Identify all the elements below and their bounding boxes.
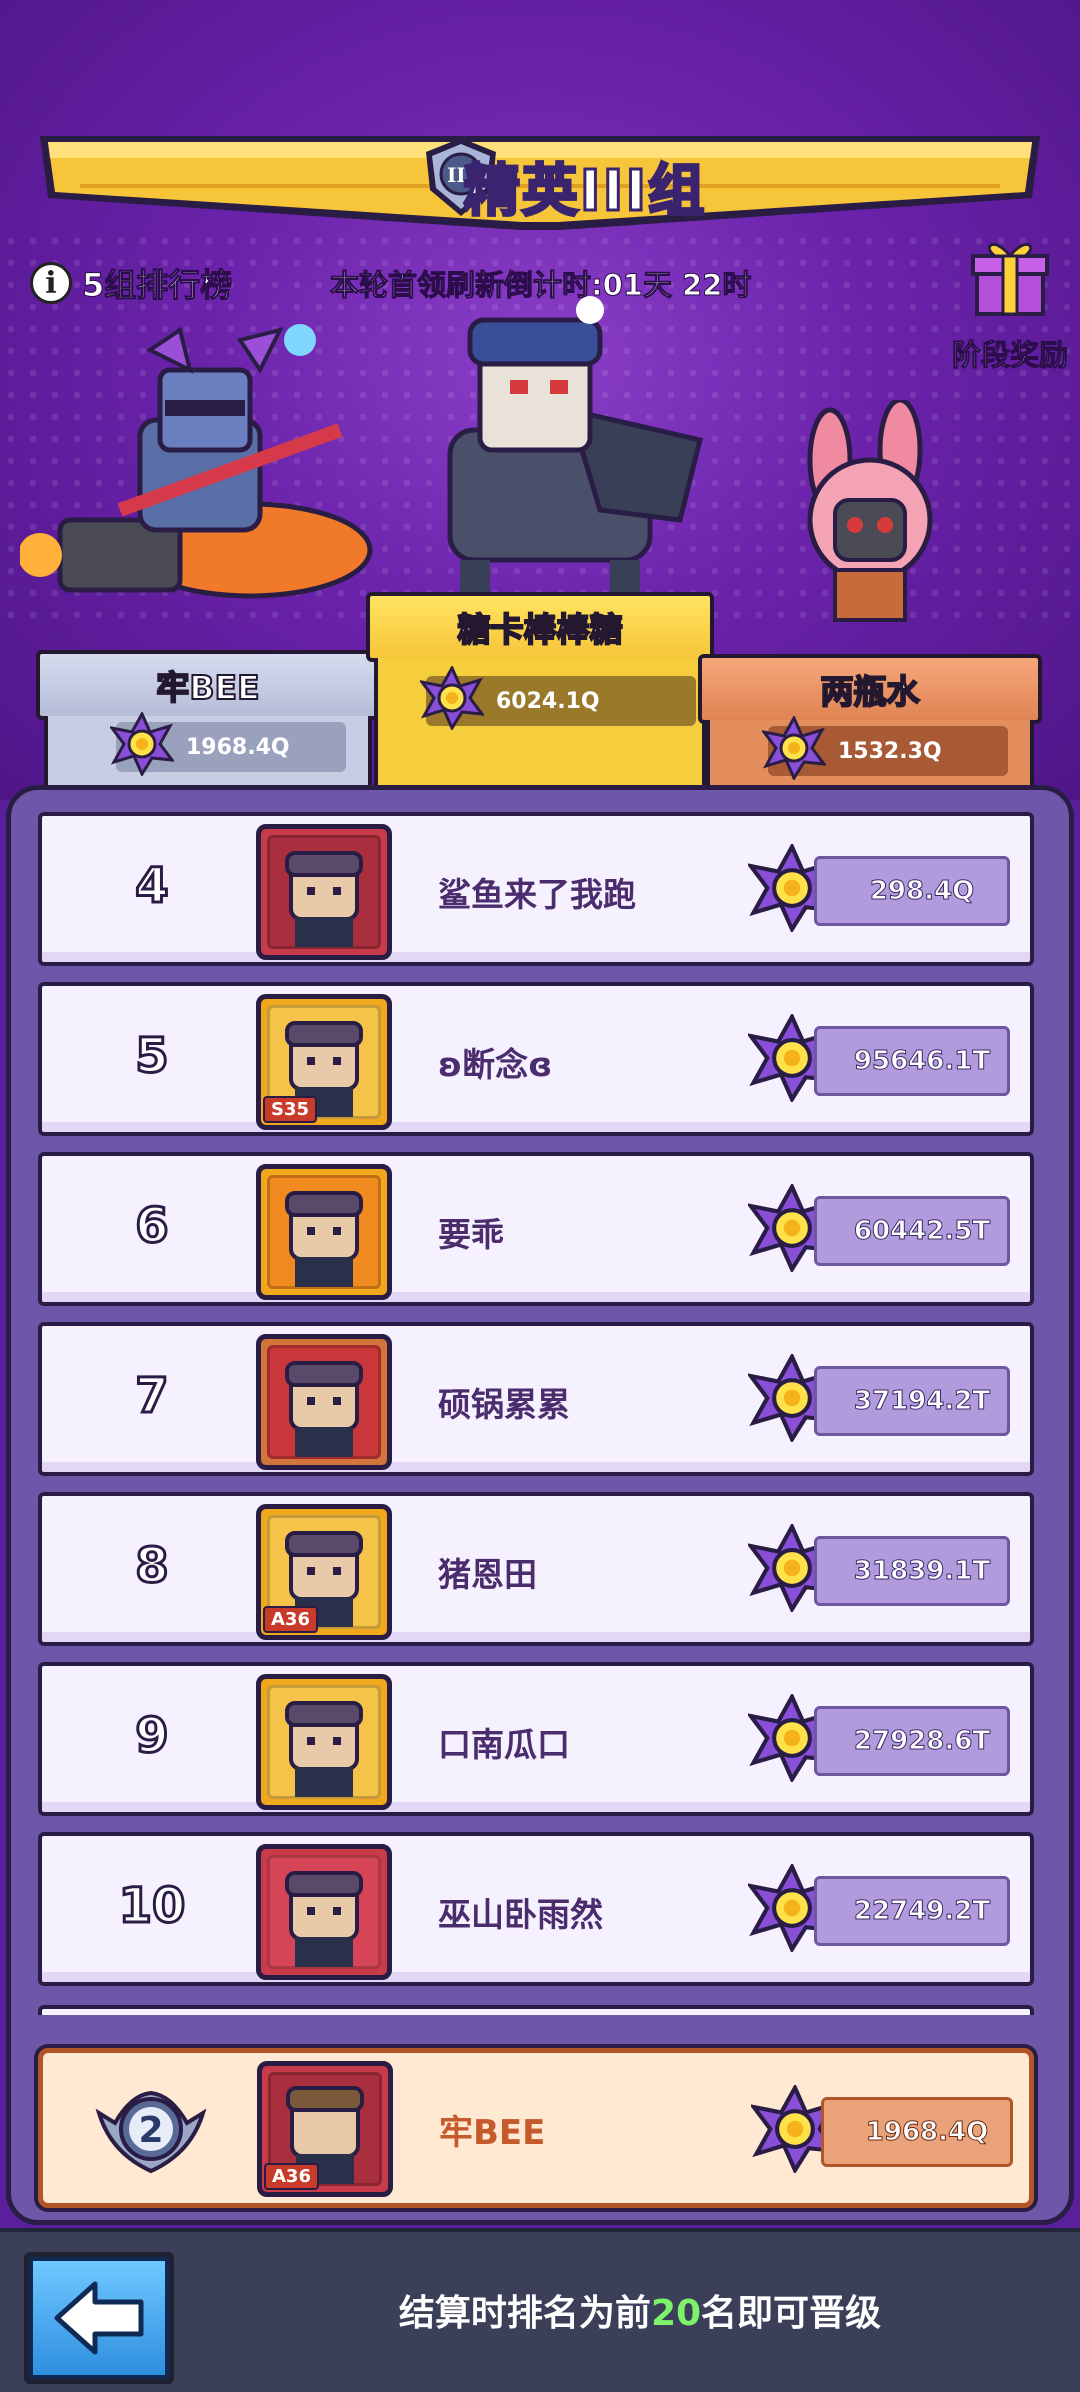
ranking-row[interactable]: 10 巫山卧雨然 22749.2T xyxy=(38,1832,1034,1986)
player-score: 95646.1T xyxy=(814,1026,1010,1096)
group-banner: III 精英III组 xyxy=(40,128,1040,232)
player-score: 37194.2T xyxy=(814,1366,1010,1436)
ranking-row[interactable]: 4 鲨鱼来了我跑 298.4Q xyxy=(38,812,1034,966)
promotion-rank-threshold: 20 xyxy=(650,2293,702,2334)
ranking-row[interactable]: 8 A36 猪恩田 31839.1T xyxy=(38,1492,1034,1646)
my-player-name: 牢BEE xyxy=(439,2113,546,2153)
hero-first-place xyxy=(380,290,740,614)
player-name: 猪恩田 xyxy=(438,1555,537,1594)
bottom-bar: 结算时排名为前20名即可晋级 xyxy=(0,2228,1080,2392)
ranking-row[interactable]: 5 S35 ʚ断念ɞ 95646.1T xyxy=(38,982,1034,1136)
my-score: 1968.4Q xyxy=(821,2097,1013,2167)
player-name: 鲨鱼来了我跑 xyxy=(438,875,636,914)
gift-icon xyxy=(971,243,1049,316)
my-rank-badge: 2 xyxy=(91,2083,211,2183)
podium-second-score: 1968.4Q xyxy=(108,710,346,778)
stage-reward-label: 阶段奖励 xyxy=(951,338,1068,373)
player-score: 298.4Q xyxy=(814,856,1010,926)
player-name: 巫山卧雨然 xyxy=(438,1895,603,1934)
info-icon: i xyxy=(30,262,72,304)
player-avatar[interactable]: A36 xyxy=(256,1504,392,1640)
rank-number: 8 xyxy=(134,1537,170,1596)
promotion-hint: 结算时排名为前20名即可晋级 xyxy=(398,2293,882,2334)
arrow-left-icon xyxy=(54,2281,144,2355)
group-leaderboard-label: 5组排行榜 xyxy=(81,266,233,305)
player-name: 要乖 xyxy=(438,1215,504,1254)
my-ranking-row[interactable]: 2 A36 牢BEE 1968.4Q xyxy=(38,2048,1034,2208)
player-score: 27928.6T xyxy=(814,1706,1010,1776)
ranking-row[interactable]: 6 要乖 60442.5T xyxy=(38,1152,1034,1306)
player-name: ʚ断念ɞ xyxy=(438,1045,553,1084)
coin-icon xyxy=(760,714,828,786)
rank-number: 6 xyxy=(134,1197,170,1256)
group-leaderboard-link[interactable]: i 5组排行榜 xyxy=(30,258,233,308)
hero-second-place xyxy=(18,310,380,634)
banner-title: 精英III组 xyxy=(462,158,707,226)
player-score: 60442.5T xyxy=(814,1196,1010,1266)
coin-icon xyxy=(108,710,176,782)
coin-icon xyxy=(418,664,486,736)
podium-second-name: 牢BEE xyxy=(155,667,260,708)
player-name: 硕锅累累 xyxy=(438,1385,570,1424)
list-item-partial xyxy=(38,2005,1034,2015)
rank-number: 5 xyxy=(134,1027,170,1086)
player-avatar[interactable] xyxy=(256,1334,392,1470)
player-avatar[interactable] xyxy=(256,824,392,960)
podium-first-score: 6024.1Q xyxy=(418,664,696,732)
player-avatar[interactable]: S35 xyxy=(256,994,392,1130)
rank-number: 7 xyxy=(134,1367,170,1426)
avatar-badge: S35 xyxy=(263,1096,318,1123)
back-button[interactable] xyxy=(24,2252,174,2384)
rank-number: 9 xyxy=(134,1707,170,1766)
player-score: 31839.1T xyxy=(814,1536,1010,1606)
ranking-row[interactable]: 7 硕锅累累 37194.2T xyxy=(38,1322,1034,1476)
stage-reward-button[interactable]: 阶段奖励 xyxy=(948,232,1072,374)
podium-third-score: 1532.3Q xyxy=(760,714,1008,782)
my-avatar-badge: A36 xyxy=(264,2163,319,2190)
rank-number: 10 xyxy=(117,1877,187,1936)
podium-third-name: 两瓶水 xyxy=(820,671,921,712)
rank-number: 4 xyxy=(134,857,170,916)
player-avatar[interactable] xyxy=(256,1844,392,1980)
hero-third-place xyxy=(790,397,990,644)
player-avatar[interactable] xyxy=(256,1164,392,1300)
my-avatar[interactable]: A36 xyxy=(257,2061,393,2197)
player-score: 22749.2T xyxy=(814,1876,1010,1946)
player-name: 口南瓜口 xyxy=(438,1725,570,1764)
avatar-badge: A36 xyxy=(263,1606,318,1633)
ranking-row[interactable]: 9 口南瓜口 27928.6T xyxy=(38,1662,1034,1816)
podium-first-name: 糖卡棒棒糖 xyxy=(457,609,624,650)
svg-text:2: 2 xyxy=(138,2110,163,2151)
player-avatar[interactable] xyxy=(256,1674,392,1810)
